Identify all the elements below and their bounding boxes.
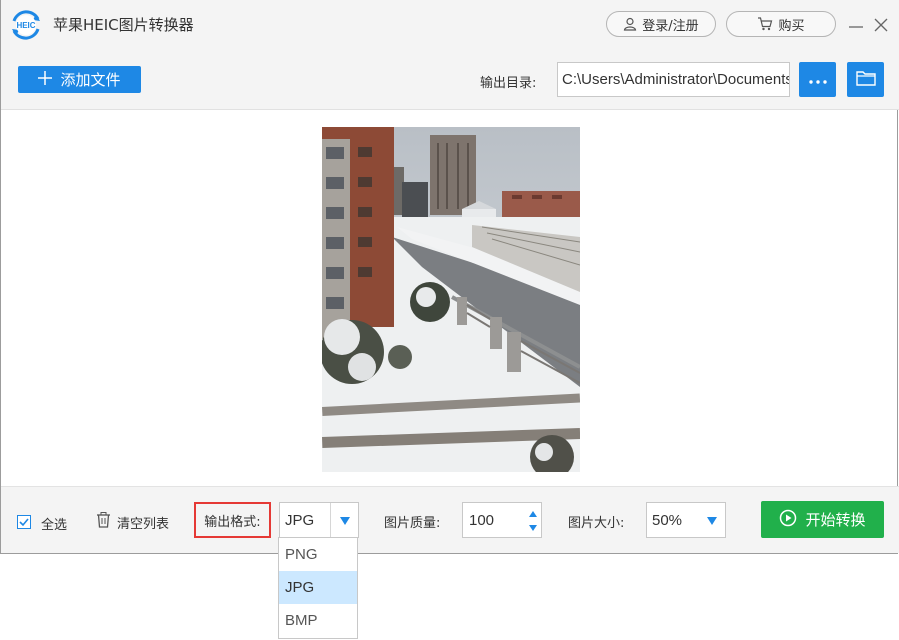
image-size-value: 50% [652, 512, 683, 529]
ellipsis-icon [808, 72, 827, 88]
quality-label: 图片质量: [384, 516, 441, 531]
image-preview[interactable] [322, 127, 580, 472]
title-bar: HEIC 苹果HEIC图片转换器 登录/注册 购买 [1, 0, 899, 50]
output-dir-field[interactable]: C:\Users\Administrator\Documents [557, 62, 790, 97]
output-format-select[interactable]: JPG [279, 502, 359, 538]
select-separator [330, 503, 331, 537]
start-convert-button[interactable]: 开始转换 [761, 501, 884, 538]
heic-logo-icon: HEIC [9, 8, 43, 42]
browse-more-button[interactable] [799, 62, 836, 97]
plus-icon [38, 70, 53, 89]
quality-stepper[interactable]: 100 [462, 502, 542, 538]
buy-label: 购买 [778, 18, 805, 34]
app-window: HEIC 苹果HEIC图片转换器 登录/注册 购买 添加文件 输出目录: C:\… [0, 0, 899, 554]
open-folder-button[interactable] [847, 62, 884, 97]
image-size-select[interactable]: 50% [646, 502, 726, 538]
app-title: 苹果HEIC图片转换器 [53, 16, 194, 34]
user-icon [623, 17, 637, 31]
dropdown-arrow-icon [707, 517, 717, 525]
select-all-label: 全选 [41, 518, 68, 533]
dropdown-arrow-icon [340, 517, 350, 525]
select-all-checkbox[interactable]: 全选 [17, 514, 67, 533]
start-convert-label: 开始转换 [805, 511, 866, 529]
format-option-jpg[interactable]: JPG [279, 571, 357, 604]
login-register-button[interactable]: 登录/注册 [606, 11, 716, 37]
decrement-icon[interactable] [529, 525, 537, 531]
checkbox-checked-icon [17, 514, 31, 533]
login-register-label: 登录/注册 [642, 18, 699, 34]
format-option-bmp[interactable]: BMP [279, 604, 357, 637]
image-size-label: 图片大小: [568, 516, 625, 531]
increment-icon[interactable] [529, 511, 537, 517]
minimize-icon[interactable] [846, 14, 866, 36]
clear-list-label: 清空列表 [117, 516, 170, 532]
output-format-label: 输出格式: [194, 502, 271, 538]
output-dir-label: 输出目录: [480, 76, 537, 91]
add-file-label: 添加文件 [60, 71, 121, 89]
format-option-png[interactable]: PNG [279, 538, 357, 571]
logo-text: HEIC [16, 21, 35, 30]
output-format-value: JPG [285, 512, 315, 529]
quality-value: 100 [469, 512, 495, 529]
folder-icon [855, 70, 876, 90]
add-file-button[interactable]: 添加文件 [18, 66, 141, 93]
bottom-bar: 全选 清空列表 输出格式: JPG 图片质量: 100 图片大小: 50% 开始… [1, 486, 899, 553]
cart-icon [757, 17, 773, 31]
clear-list-button[interactable]: 清空列表 [96, 512, 169, 532]
trash-icon [96, 512, 111, 532]
toolbar: 添加文件 输出目录: C:\Users\Administrator\Docume… [1, 50, 899, 110]
close-icon[interactable] [871, 14, 891, 36]
play-circle-icon [779, 509, 797, 531]
format-dropdown-list: PNG JPG BMP [278, 537, 358, 639]
buy-button[interactable]: 购买 [726, 11, 836, 37]
